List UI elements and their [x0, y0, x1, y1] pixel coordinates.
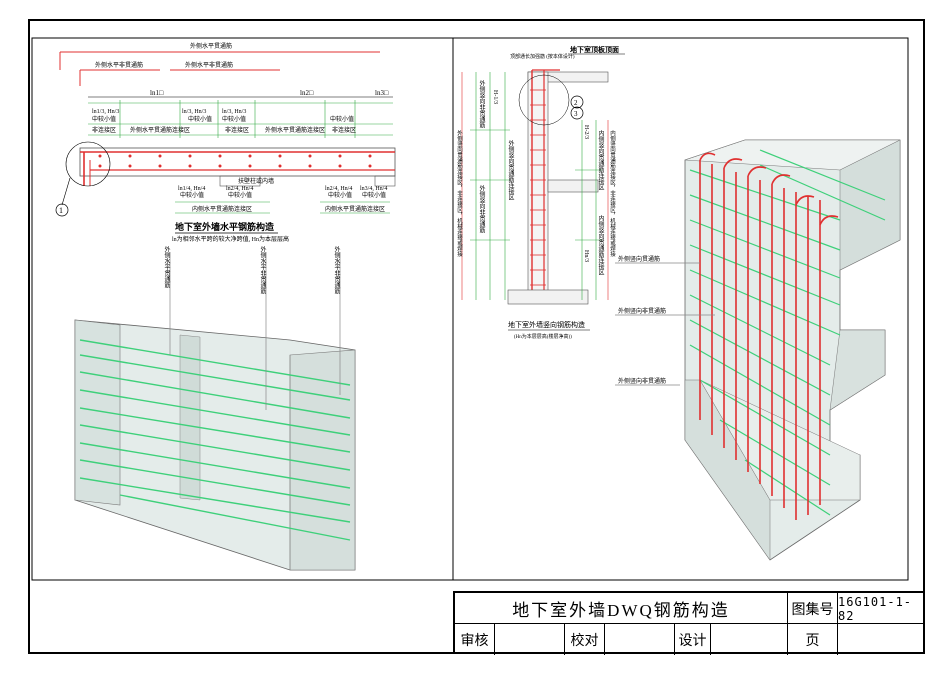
drawing-canvas: 外侧水平贯通筋 外侧水平非贯通筋 外侧水平非贯通筋 ln1□ ln2□ ln3□… — [28, 19, 925, 654]
top-slab-label: 地下室顶板顶面 — [570, 45, 619, 54]
right-zone-2: 内侧竖向贯通筋连接区 — [597, 214, 604, 275]
zone-non-3: 非连接区 — [332, 126, 356, 134]
drawing-sheet: 外侧水平贯通筋 外侧水平非贯通筋 外侧水平非贯通筋 ln1□ ln2□ ln3□… — [0, 0, 950, 672]
callout-2: 2 — [574, 99, 578, 107]
check-label: 校对 — [565, 624, 605, 655]
leader-left-1: 外侧水平贯通筋 — [163, 245, 170, 289]
span-3: ln3□ — [375, 89, 389, 97]
span-2: ln2□ — [300, 89, 314, 97]
dim-c3: 中较小值 — [330, 115, 354, 123]
left-plan-detail: 外侧水平贯通筋 外侧水平非贯通筋 外侧水平非贯通筋 ln1□ ln2□ ln3□… — [55, 42, 396, 243]
label-outer-h: 外侧水平贯通筋 — [190, 42, 232, 50]
left-zone-1: 外侧竖向非贯通筋 — [478, 79, 485, 129]
zone-inner-2: 内侧水平贯通筋连接区 — [325, 205, 385, 213]
dim-e1: ln2/4, Hn/4 — [226, 186, 253, 192]
left-note: ln为相邻水平跨的较大净跨值, Hn为本层层高 — [172, 235, 289, 243]
left-long: 外侧竖向贯通筋连接区，非连接区，机械连接或焊接 — [456, 129, 463, 258]
right-heading: 地下室外墙竖向钢筋构造 — [508, 320, 585, 329]
dim-g2: 中较小值 — [362, 191, 386, 199]
dim-b2: 中较小值 — [188, 115, 212, 123]
title-row: 地下室外墙DWQ钢筋构造 图集号 16G101-1-82 — [455, 593, 924, 624]
label-outer-h-non: 外侧水平非贯通筋 — [95, 61, 143, 69]
left-zone-3: 外侧竖向非贯通筋 — [478, 184, 485, 234]
dim-d2: 中较小值 — [180, 191, 204, 199]
title-block: 地下室外墙DWQ钢筋构造 图集号 16G101-1-82 审核 校对 设计 页 — [453, 591, 926, 655]
right-heading-note: (Hn为本层层高(楼层净高)) — [514, 333, 572, 340]
zone-non-2: 非连接区 — [225, 126, 249, 134]
right-section-detail: 地下室顶板顶面 顶部通长加强筋 (按本体设计) 2 3 外侧竖向非贯通筋 外侧竖… — [456, 45, 625, 340]
leader-right-a: 外侧竖向贯通筋 — [618, 255, 660, 263]
review-sign — [495, 624, 565, 655]
zone-outer-2: 外侧水平贯通筋连接区 — [265, 126, 325, 134]
dim-e2: 中较小值 — [228, 191, 252, 199]
top-note: 顶部通长加强筋 (按本体设计) — [510, 53, 575, 60]
left-3d-wall: 外侧水平贯通筋 外侧水平非贯通筋 外侧水平非贯通筋 — [74, 245, 356, 571]
zone-non-1: 非连接区 — [92, 126, 116, 134]
drawing-title: 地下室外墙DWQ钢筋构造 — [455, 593, 788, 624]
leader-right-c: 外侧竖向非贯通筋 — [618, 377, 666, 385]
dim-d1: ln1/4, Hn/4 — [178, 186, 205, 192]
callout-1: 1 — [59, 206, 63, 215]
review-label: 审核 — [455, 624, 495, 655]
dim-f1: ln2/4, Hn/4 — [325, 186, 352, 192]
leader-left-3: 外侧水平非贯通筋 — [333, 245, 340, 295]
check-sign — [605, 624, 675, 655]
label-outer-h-non-2: 外侧水平非贯通筋 — [185, 61, 233, 69]
design-sign — [711, 624, 788, 655]
right-long: 内侧竖向贯通筋连接区，非连接区，机械连接或焊接 — [609, 129, 616, 258]
label-inner-anchor: 扶壁柱或内墙 — [238, 177, 274, 185]
dim-h-top: H-1/3 — [492, 90, 498, 104]
zone-outer-1: 外侧水平贯通筋连接区 — [130, 126, 190, 134]
leader-left-2: 外侧水平非贯通筋 — [259, 245, 266, 295]
span-1: ln1□ — [150, 89, 164, 97]
dim-h-mid: H-2/3 — [583, 125, 589, 139]
callout-circle-1 — [65, 141, 111, 187]
dim-b1: ln/3, Hn/3 — [182, 109, 206, 115]
dim-c2: 中较小值 — [222, 115, 246, 123]
dim-c1: ln/3, Hn/3 — [222, 109, 246, 115]
atlas-number-value: 16G101-1-82 — [838, 594, 913, 623]
wall-section — [527, 71, 549, 301]
right-zone-1: 内侧竖向贯通筋连接区 — [597, 129, 604, 190]
dim-g1: ln3/4, Hn/4 — [360, 186, 387, 192]
leader-right-b: 外侧竖向非贯通筋 — [618, 307, 666, 315]
right-3d-wall: 外侧竖向贯通筋 外侧竖向非贯通筋 外侧竖向非贯通筋 — [615, 139, 901, 561]
left-heading: 地下室外墙水平钢筋构造 — [175, 221, 275, 232]
left-zone-2: 外侧竖向贯通筋连接区 — [507, 139, 514, 200]
dim-a2: 中较小值 — [92, 115, 116, 123]
callout-3: 3 — [574, 110, 578, 118]
dim-a1: ln1/3, Hn/3 — [92, 109, 119, 115]
page-label: 页 — [788, 624, 838, 655]
dim-h-low: Hn/3 — [583, 250, 589, 262]
page-value — [838, 624, 926, 655]
zone-inner-1: 内侧水平贯通筋连接区 — [192, 205, 252, 213]
dim-f2: 中较小值 — [328, 191, 352, 199]
design-label: 设计 — [675, 624, 711, 655]
atlas-number-label: 图集号 — [788, 593, 838, 624]
